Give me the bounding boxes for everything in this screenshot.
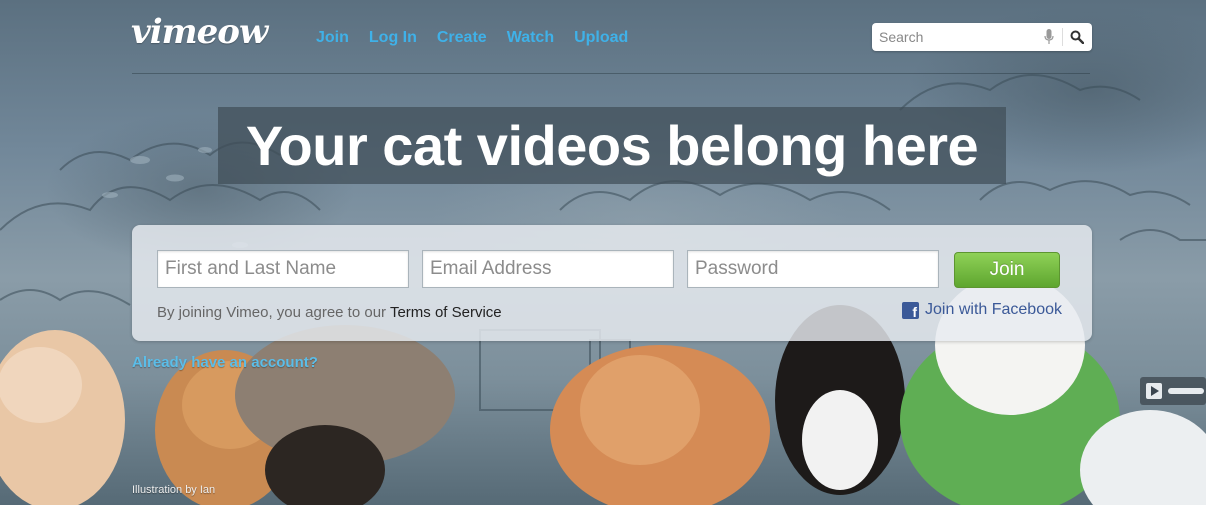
signup-form: Join By joining Vimeo, you agree to our … [132, 225, 1092, 341]
search-input[interactable] [872, 24, 1040, 50]
email-field[interactable] [422, 250, 674, 288]
terms-prefix: By joining Vimeo, you agree to our [157, 304, 390, 321]
nav-create[interactable]: Create [437, 29, 487, 47]
search-icon[interactable] [1067, 27, 1087, 47]
search-box [872, 23, 1092, 51]
hero-headline: Your cat videos belong here [245, 114, 979, 177]
password-field[interactable] [687, 250, 939, 288]
facebook-label: Join with Facebook [925, 301, 1062, 318]
search-divider [1062, 28, 1063, 46]
progress-bar [1168, 388, 1204, 394]
join-button[interactable]: Join [954, 252, 1060, 288]
header-divider [132, 73, 1090, 74]
nav-watch[interactable]: Watch [507, 29, 554, 47]
name-field[interactable] [157, 250, 409, 288]
terms-of-service-link[interactable]: Terms of Service [390, 304, 502, 321]
microphone-icon[interactable] [1040, 27, 1058, 47]
facebook-icon: f [902, 301, 920, 319]
play-icon[interactable] [1146, 383, 1162, 399]
join-with-facebook-link[interactable]: f Join with Facebook [902, 301, 1062, 319]
video-player-widget[interactable] [1140, 377, 1206, 405]
nav-login[interactable]: Log In [369, 29, 417, 47]
nav-join[interactable]: Join [316, 29, 349, 47]
vimeow-logo[interactable]: vimeow [131, 12, 268, 52]
nav-upload[interactable]: Upload [574, 29, 628, 47]
main-nav: Join Log In Create Watch Upload [316, 29, 648, 47]
terms-notice: By joining Vimeo, you agree to our Terms… [157, 304, 502, 321]
already-have-account-link[interactable]: Already have an account? [132, 354, 318, 371]
illustration-credit: Illustration by Ian [132, 484, 216, 496]
hero-banner: Your cat videos belong here [218, 107, 1006, 184]
